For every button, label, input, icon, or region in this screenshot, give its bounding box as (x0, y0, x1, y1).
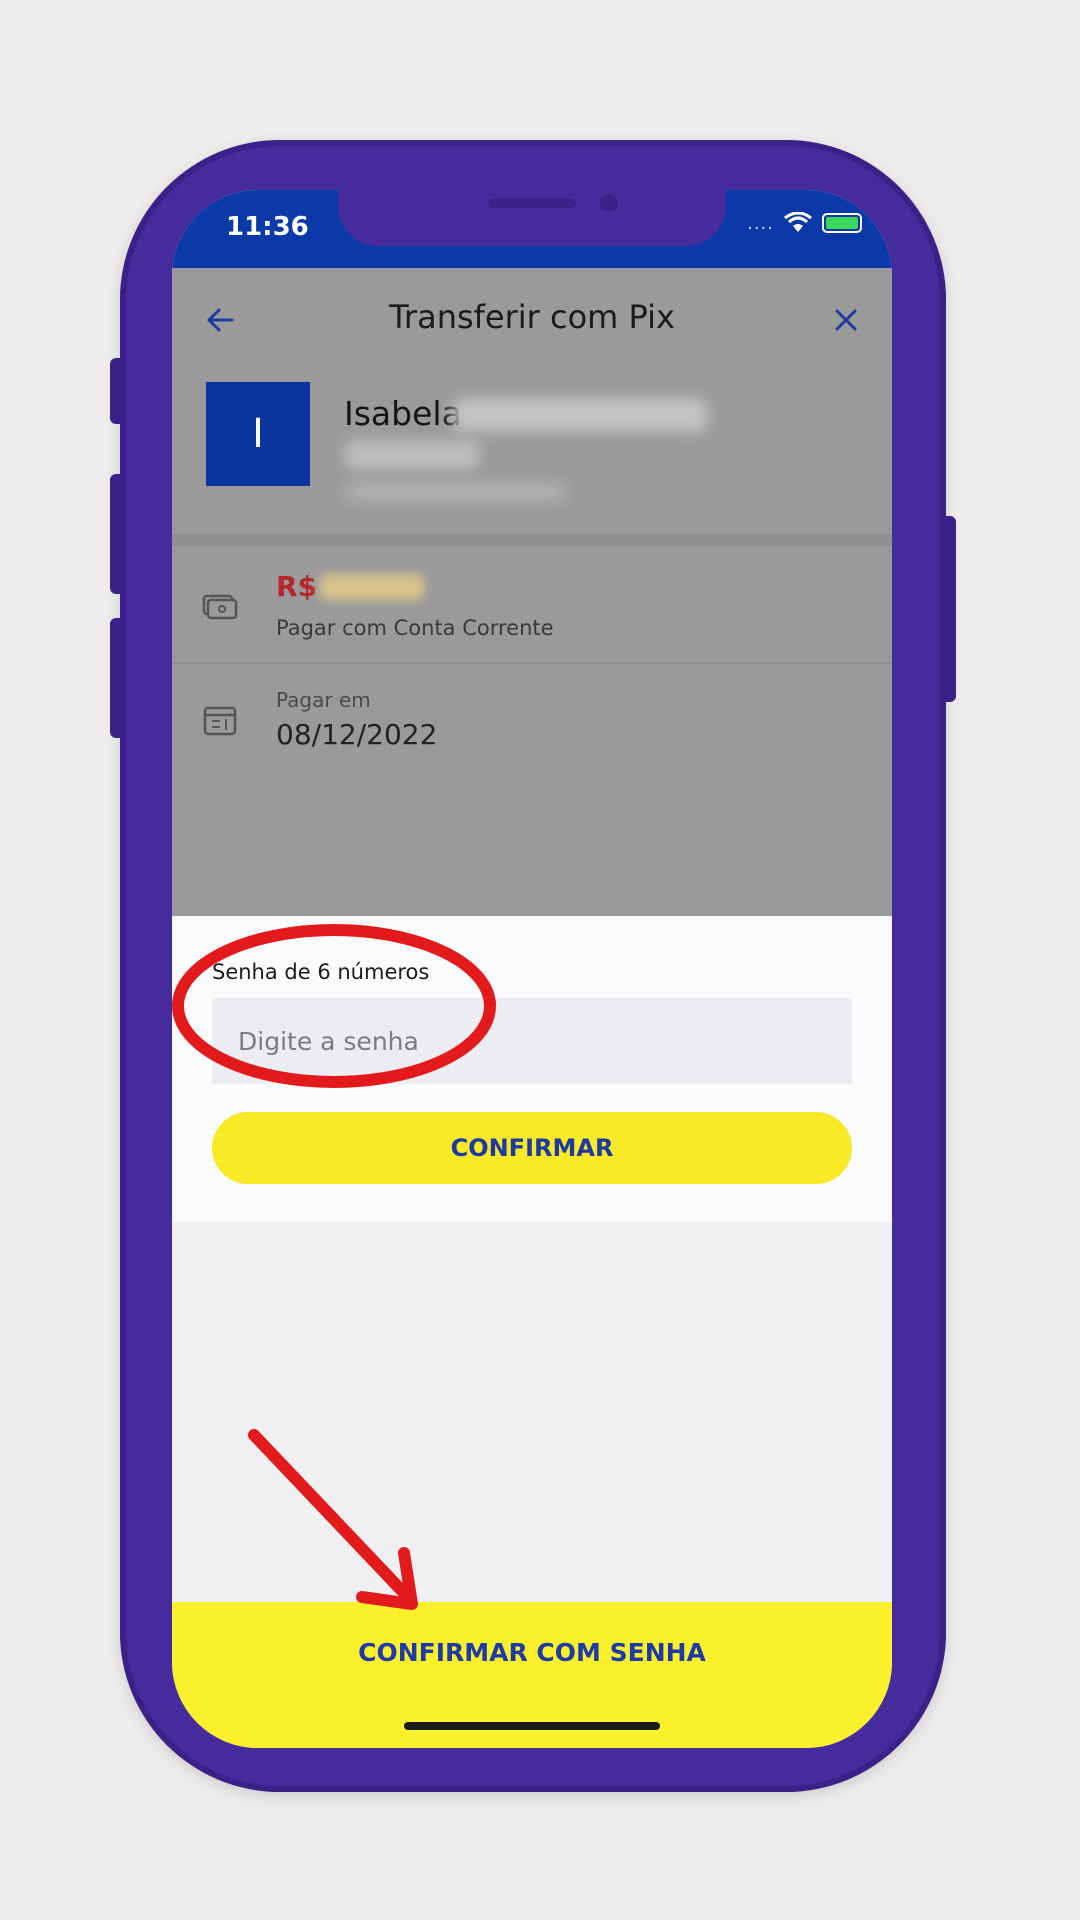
signal-icon: .... (747, 212, 774, 234)
blurred-surname (452, 398, 708, 432)
section-divider (172, 534, 892, 546)
blurred-document (344, 482, 566, 502)
blurred-amount (320, 574, 424, 600)
wifi-icon (784, 212, 812, 232)
recipient-name: Isabela (344, 394, 462, 433)
money-icon (202, 594, 238, 620)
calendar-icon (203, 706, 237, 736)
speaker (488, 198, 576, 208)
status-bar: 11:36 .... (172, 190, 892, 268)
payment-method: Pagar com Conta Corrente (276, 616, 554, 640)
confirm-button[interactable]: CONFIRMAR (212, 1112, 852, 1184)
confirm-with-password-button[interactable]: CONFIRMAR COM SENHA (172, 1602, 892, 1748)
confirm-with-password-label: CONFIRMAR COM SENHA (358, 1638, 706, 1667)
password-label: Senha de 6 números (212, 960, 430, 984)
avatar: I (206, 382, 310, 486)
home-indicator (404, 1722, 660, 1730)
transfer-summary: Transferir com Pix I Isabela R$ Pagar co… (172, 268, 892, 916)
status-time: 11:36 (226, 212, 309, 242)
page-title: Transferir com Pix (389, 298, 675, 336)
phone-screen: 11:36 .... Transferir com Pix I Isabela … (172, 190, 892, 1748)
amount-row: R$ Pagar com Conta Corrente (172, 550, 892, 660)
date-row: Pagar em 08/12/2022 (172, 662, 892, 772)
front-camera (600, 194, 618, 212)
blurred-surname-line2 (344, 440, 480, 470)
app-header: Transferir com Pix (172, 268, 892, 372)
status-icons: .... (747, 212, 862, 234)
password-input[interactable] (212, 998, 852, 1084)
date-value: 08/12/2022 (276, 718, 438, 751)
notch (338, 190, 726, 246)
battery-level (826, 217, 858, 229)
date-caption: Pagar em (276, 688, 371, 712)
close-icon[interactable] (828, 302, 864, 338)
battery-icon (822, 213, 862, 233)
amount-currency: R$ (276, 570, 318, 603)
password-sheet: Senha de 6 números CONFIRMAR (172, 916, 892, 1222)
